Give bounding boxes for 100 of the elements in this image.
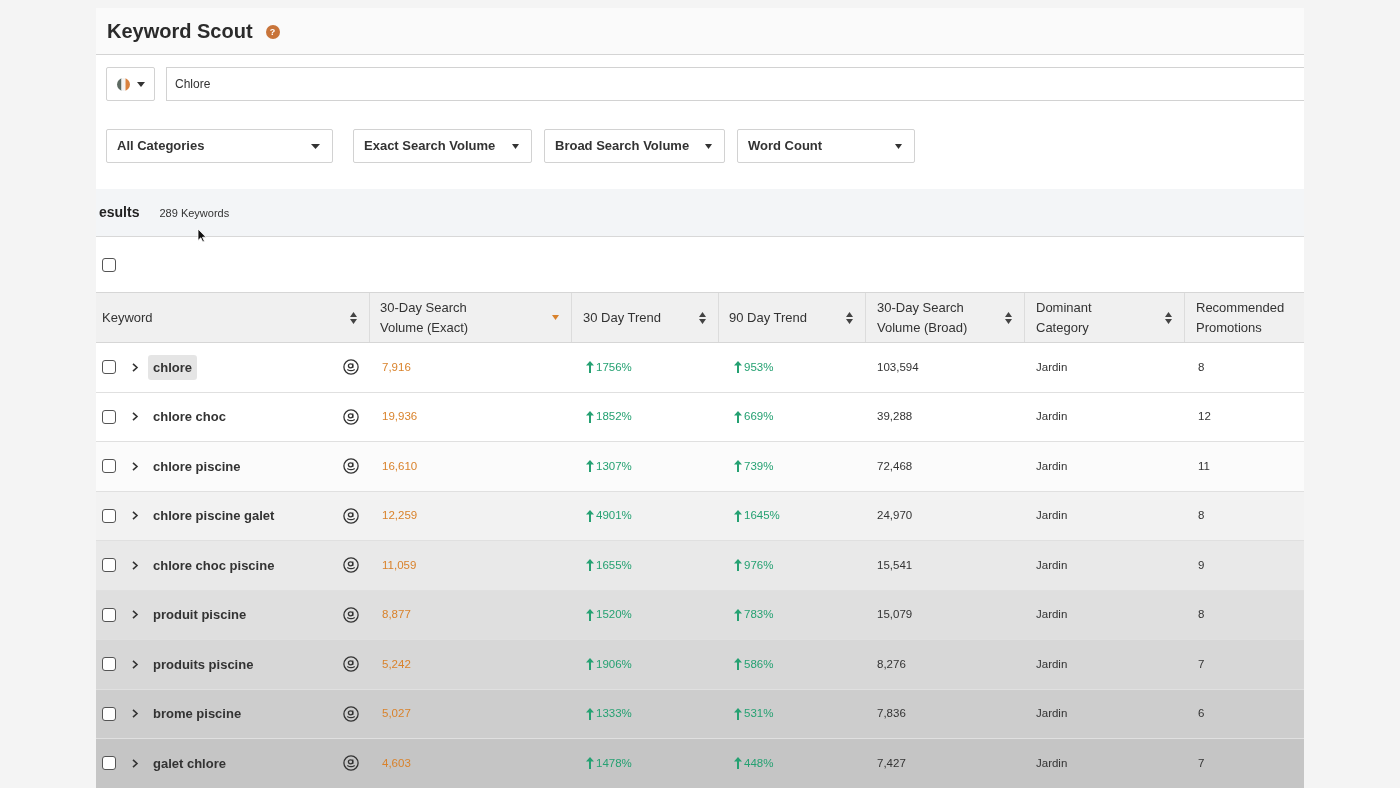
trend-value: 1307% [596,458,632,474]
category-text: Jardin [1036,359,1068,375]
country-dropdown[interactable] [106,67,155,101]
trend-value: 976% [744,557,774,573]
exact-volume-value: 5,027 [382,706,411,722]
promotions-count: 8 [1198,508,1205,524]
caret-down-icon [895,143,902,149]
smile-logo-icon[interactable] [343,656,359,673]
exact-volume-value: 5,242 [382,656,411,672]
column-header[interactable]: 30-Day Search Volume (Exact) [370,293,572,342]
expand-chevron-icon[interactable] [131,709,139,719]
category-text: Jardin [1036,458,1068,474]
broad-volume-value: 24,970 [877,508,913,524]
exact-volume-value: 19,936 [382,409,418,425]
trend-value: 586% [744,656,774,672]
select-all-checkbox[interactable] [102,257,116,272]
expand-chevron-icon[interactable] [131,461,139,471]
exact-volume-value: 12,259 [382,508,418,524]
page-title: Keyword Scout [107,19,253,44]
smile-logo-icon[interactable] [343,408,359,425]
results-heading: esults [99,203,140,222]
row-checkbox[interactable] [102,558,116,573]
row-checkbox[interactable] [102,409,116,424]
keyword-text: galet chlore [152,754,227,773]
expand-chevron-icon[interactable] [131,511,139,521]
row-checkbox[interactable] [102,607,116,622]
trend-value: 531% [744,706,774,722]
smile-logo-icon[interactable] [343,755,359,772]
row-checkbox[interactable] [102,706,116,721]
filter-dropdown[interactable]: All Categories [106,129,333,163]
trend-value: 1756% [596,359,632,375]
column-header[interactable]: 90 Day Trend [719,293,866,342]
smile-logo-icon[interactable] [343,606,359,623]
keyword-text: chlore piscine galet [152,507,276,525]
category-text: Jardin [1036,706,1068,722]
promotions-count: 8 [1198,359,1205,375]
expand-chevron-icon[interactable] [131,412,139,422]
row-checkbox[interactable] [102,657,116,672]
category-text: Jardin [1036,656,1068,672]
trend-value: 739% [744,458,774,474]
row-checkbox[interactable] [102,459,116,474]
trend-value: 4901% [596,508,632,524]
expand-chevron-icon[interactable] [131,758,139,768]
category-text: Jardin [1036,508,1068,524]
category-text: Jardin [1036,557,1068,573]
row-checkbox[interactable] [102,360,116,375]
keyword-text: chlore choc piscine [152,556,276,575]
broad-volume-value: 8,276 [877,656,906,672]
exact-volume-value: 8,877 [382,607,411,623]
exact-volume-value: 4,603 [382,755,411,771]
smile-logo-icon[interactable] [343,557,359,574]
smile-logo-icon[interactable] [343,458,359,475]
row-checkbox[interactable] [102,756,116,771]
trend-value: 1906% [596,656,632,672]
promotions-count: 9 [1198,557,1205,573]
broad-volume-value: 15,541 [877,557,913,573]
column-header[interactable]: 30 Day Trend [572,293,719,342]
category-text: Jardin [1036,755,1068,771]
trend-value: 783% [744,607,774,623]
filter-dropdown[interactable]: Broad Search Volume [544,129,725,163]
smile-logo-icon[interactable] [343,507,359,524]
column-header[interactable]: 30-Day Search Volume (Broad) [866,293,1025,342]
smile-logo-icon[interactable] [343,705,359,722]
trend-value: 1478% [596,755,632,771]
trend-value: 1645% [744,508,780,524]
broad-volume-value: 7,836 [877,706,906,722]
exact-volume-value: 7,916 [382,359,411,375]
caret-down-icon [311,143,320,149]
expand-chevron-icon[interactable] [131,610,139,620]
keyword-count: 289 Keywords [159,206,230,222]
smile-logo-icon[interactable] [343,359,359,376]
keyword-text: produits piscine [152,655,255,674]
trend-value: 1852% [596,409,632,425]
promotions-count: 8 [1198,607,1205,623]
search-field[interactable]: Chlore [166,67,1304,101]
caret-down-icon [705,143,712,149]
row-checkbox[interactable] [102,508,116,523]
column-header[interactable]: Recommended Promotions [1185,293,1304,342]
promotions-count: 12 [1198,409,1211,425]
expand-chevron-icon[interactable] [131,362,139,372]
trend-value: 1655% [596,557,632,573]
column-header[interactable]: Keyword [96,293,370,342]
category-text: Jardin [1036,409,1068,425]
trend-value: 669% [744,409,774,425]
caret-down-icon [512,143,519,149]
keyword-text: chlore piscine [152,457,242,476]
promotions-count: 6 [1198,706,1205,722]
category-text: Jardin [1036,607,1068,623]
expand-chevron-icon[interactable] [131,560,139,570]
expand-chevron-icon[interactable] [131,659,139,669]
tricolour-flag-icon [116,77,130,91]
trend-value: 448% [744,755,774,771]
filter-dropdown[interactable]: Exact Search Volume [353,129,532,163]
broad-volume-value: 15,079 [877,607,913,623]
trend-value: 953% [744,359,774,375]
keyword-text: chlore [148,354,197,380]
broad-volume-value: 72,468 [877,458,913,474]
column-header[interactable]: Dominant Category [1025,293,1185,342]
filter-dropdown[interactable]: Word Count [737,129,915,163]
promotions-count: 7 [1198,755,1205,771]
